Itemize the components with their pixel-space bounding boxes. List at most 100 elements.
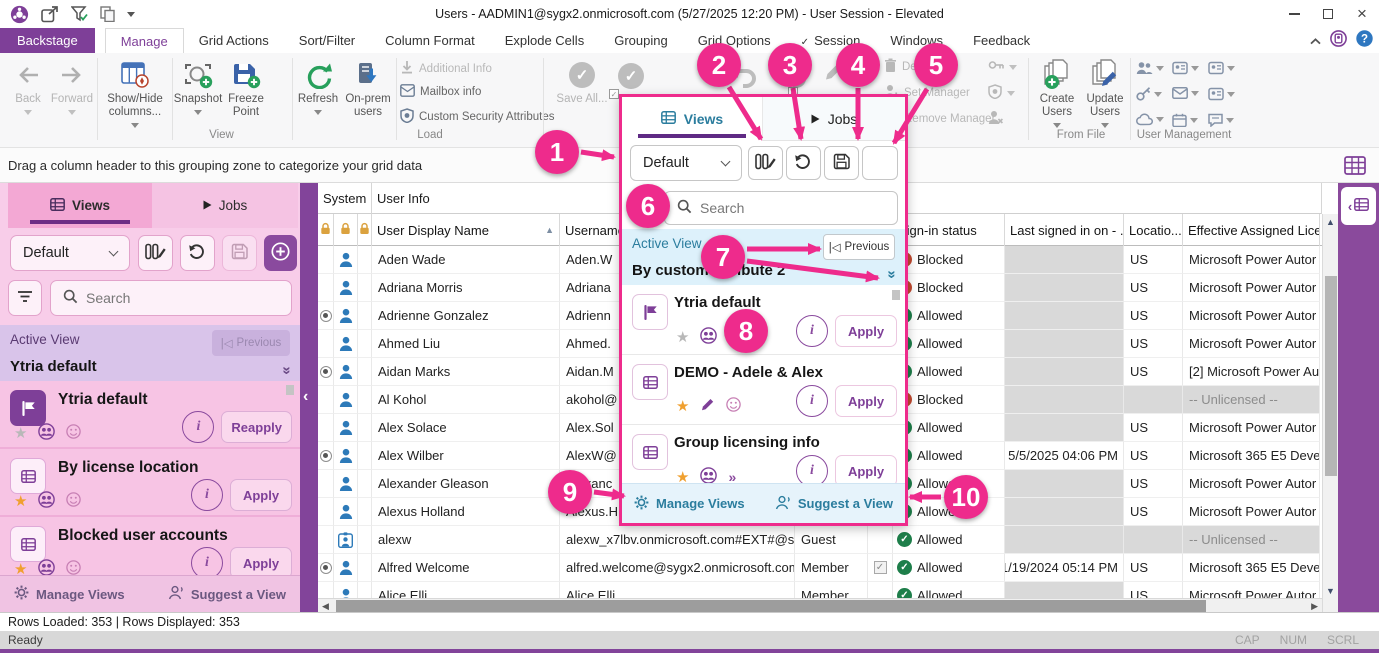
location-cell[interactable]: US [1124,470,1183,498]
signin-status-cell[interactable]: −Blocked [893,246,1005,274]
last-signin-cell[interactable] [1005,246,1124,274]
display-name-cell[interactable]: Alex Wilber [372,442,560,470]
expand-chevrons-icon[interactable]: » [883,270,900,276]
license-cell[interactable]: Microsoft 365 E5 Deve [1183,554,1320,582]
display-name-cell[interactable]: Alex Solace [372,414,560,442]
info-button[interactable]: i [796,315,828,347]
last-signin-cell[interactable] [1005,302,1124,330]
last-signin-cell[interactable] [1005,582,1124,598]
info-button[interactable]: i [191,479,223,511]
license-cell[interactable]: [2] Microsoft Power Au [1183,358,1320,386]
update-users-button[interactable]: Update Users [1082,57,1128,132]
popup-edit-columns-button[interactable] [748,146,783,180]
vertical-scrollbar[interactable]: ▲ ▼ [1322,214,1338,612]
popup-manage-views-button[interactable]: Manage Views [634,495,745,513]
apply-button[interactable]: Apply [835,315,897,347]
additional-info-button[interactable]: Additional Info [400,60,492,77]
edit-columns-button[interactable] [138,235,173,271]
last-signin-cell[interactable]: 5/5/2025 04:06 PM [1005,442,1124,470]
display-name-cell[interactable]: Ahmed Liu [372,330,560,358]
row-radio-cell[interactable] [318,414,334,442]
lock-column-header[interactable] [358,214,372,246]
location-cell[interactable]: US [1124,358,1183,386]
row-radio-cell[interactable] [318,302,334,330]
popup-suggest-view-button[interactable]: Suggest a View [775,495,893,513]
row-radio-cell[interactable] [318,246,334,274]
signin-status-cell[interactable]: ✓Allowed [893,526,1005,554]
favorite-star-icon[interactable]: ★ [14,426,27,441]
location-cell[interactable]: US [1124,554,1183,582]
license-cell[interactable]: Microsoft Power Autor [1183,302,1320,330]
location-cell[interactable]: US [1124,442,1183,470]
view-item-demo-adele-alex[interactable]: DEMO - Adele & Alex★iApply [622,355,905,425]
users-icon[interactable] [1136,61,1164,75]
vertical-scroll-thumb[interactable] [1325,276,1337,476]
license-cell[interactable]: Microsoft Power Autor [1183,274,1320,302]
info-button[interactable]: i [796,385,828,417]
view-selector-dropdown[interactable]: Default [10,235,130,271]
view-item-blocked-user-accounts[interactable]: Blocked user accounts★iApply [0,517,300,575]
display-name-cell[interactable]: Aidan Marks [372,358,560,386]
checkbox-cell[interactable]: ✓ [868,554,893,582]
scroll-right-icon[interactable]: ▶ [1311,601,1318,612]
license-cell[interactable]: Microsoft Power Autor [1183,330,1320,358]
envelope-icon[interactable] [1172,87,1199,99]
signin-status-cell[interactable]: ✓Allowed [893,414,1005,442]
filter-views-button[interactable] [8,280,42,316]
cloud-doc-icon[interactable] [1136,113,1164,126]
create-users-button[interactable]: Create Users [1034,57,1080,132]
location-cell[interactable]: US [1124,414,1183,442]
display-name-cell[interactable]: Alfred Welcome [372,554,560,582]
signin-status-cell[interactable]: ✓Allowed [893,302,1005,330]
location-cell[interactable]: US [1124,330,1183,358]
row-radio-cell[interactable] [318,470,334,498]
display-name-cell[interactable]: Adriana Morris [372,274,560,302]
views-search-input[interactable] [86,290,236,306]
collapse-ribbon-icon[interactable] [1310,33,1321,48]
view-item-by-license-location[interactable]: By license location★iApply [0,449,300,517]
favorite-star-icon[interactable]: ★ [14,562,27,576]
apply-button[interactable]: Apply [230,547,292,575]
help-icon[interactable]: ? [1356,30,1373,50]
refresh-button[interactable]: Refresh [296,57,340,119]
signin-status-cell[interactable]: ✓Allowed [893,554,1005,582]
favorite-star-icon[interactable]: ★ [676,470,689,484]
view-item-group-licensing-info[interactable]: Group licensing info★»iApply [622,425,905,483]
popup-previous-view-button[interactable]: |◁Previous [823,234,895,260]
add-view-button[interactable] [264,235,297,271]
signin-status-cell[interactable]: ✓Allowed [893,330,1005,358]
last-signin-cell[interactable] [1005,470,1124,498]
popup-revert-view-button[interactable] [786,146,821,180]
info-button[interactable]: i [796,455,828,483]
horizontal-scrollbar[interactable]: ◀ ▶ [318,598,1322,612]
popup-add-view-button[interactable] [862,146,898,180]
last-signin-cell[interactable] [1005,498,1124,526]
location-cell[interactable]: US [1124,498,1183,526]
row-radio-cell[interactable] [318,358,334,386]
row-radio-cell[interactable] [318,582,334,598]
lock-column-header[interactable] [318,214,334,246]
username-cell[interactable]: alfred.welcome@sygx2.onmicrosoft.com [560,554,795,582]
display-name-cell[interactable]: Adrienne Gonzalez [372,302,560,330]
chat-icon[interactable] [1208,113,1234,127]
display-name-cell[interactable]: Al Kohol [372,386,560,414]
view-item-ytria-default[interactable]: Ytria default★iReapply [0,381,300,449]
close-button[interactable]: × [1345,0,1379,28]
license-cell[interactable]: -- Unlicensed -- [1183,386,1320,414]
signin-status-cell[interactable]: ✓Allowed [893,442,1005,470]
user-type-cell[interactable]: Member [795,554,868,582]
revoke-sessions-icon[interactable] [988,110,1003,128]
tab-grid-actions[interactable]: Grid Actions [184,28,284,53]
scroll-up-icon[interactable]: ▲ [1326,217,1335,227]
restore-pane-button[interactable]: ‹ [1341,187,1376,225]
row-radio-cell[interactable] [318,498,334,526]
license-cell[interactable]: Microsoft Power Autor [1183,470,1320,498]
tab-explode-cells[interactable]: Explode Cells [490,28,600,53]
location-cell[interactable]: US [1124,582,1183,598]
last-signin-cell[interactable] [1005,414,1124,442]
checkbox-cell[interactable] [868,526,893,554]
favorite-star-icon[interactable]: ★ [676,330,689,345]
location-cell[interactable]: US [1124,302,1183,330]
row-radio-cell[interactable] [318,330,334,358]
onprem-users-button[interactable]: On-prem users [343,57,393,119]
